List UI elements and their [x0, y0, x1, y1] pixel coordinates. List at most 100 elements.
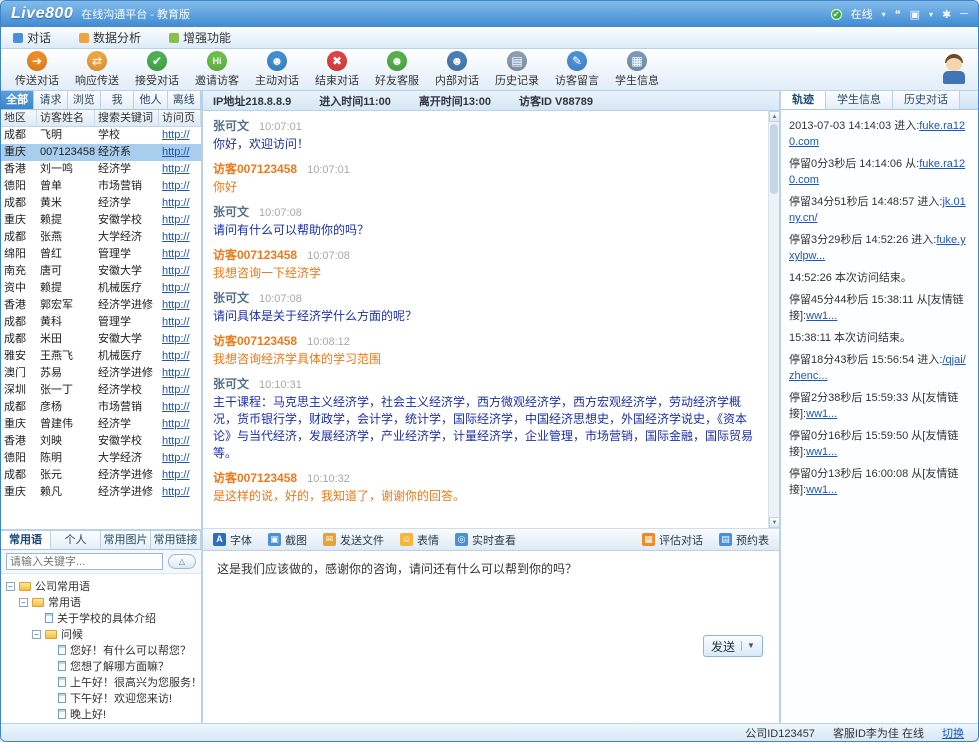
column-header-search-keyword[interactable]: 搜索关键词	[95, 110, 159, 126]
phrase-tree-item[interactable]: 上午好！很高兴为您服务！	[1, 674, 201, 690]
emoticon-button[interactable]: ☺表情	[400, 532, 439, 548]
track-entry-link[interactable]: ww1...	[806, 310, 837, 322]
visitor-row[interactable]: 成都黄科管理学http://	[1, 314, 201, 331]
live-view-button[interactable]: ◎实时查看	[455, 532, 516, 548]
visited-page-link[interactable]: http://	[159, 263, 201, 280]
visitor-row[interactable]: 成都彦杨市场营销http://	[1, 399, 201, 416]
visited-page-link[interactable]: http://	[159, 348, 201, 365]
visitor-row[interactable]: 重庆赖凡经济学进修http://	[1, 484, 201, 501]
visitor-message-button[interactable]: ✎访客留言	[547, 51, 607, 88]
visitor-tab-browsing[interactable]: 浏览	[68, 91, 101, 109]
visitor-row[interactable]: 成都张元经济学进修http://	[1, 467, 201, 484]
visited-page-link[interactable]: http://	[159, 178, 201, 195]
history-button[interactable]: ▤历史记录	[487, 51, 547, 88]
column-header-visited-page[interactable]: 访问页	[159, 110, 201, 126]
phrase-tree-item[interactable]: 您想了解哪方面嘛？	[1, 658, 201, 674]
visited-page-link[interactable]: http://	[159, 314, 201, 331]
tab-track[interactable]: 轨迹	[781, 91, 826, 109]
screenshot-button[interactable]: ▣截图	[268, 532, 307, 548]
invite-visitor-button[interactable]: Hi邀请访客	[187, 51, 247, 88]
phrase-tree-item[interactable]: −公司常用语	[1, 578, 201, 594]
visitor-row[interactable]: 德阳陈明大学经济http://	[1, 450, 201, 467]
visitor-row[interactable]: 重庆007123458经济系http://	[1, 144, 201, 161]
collapse-button[interactable]: △	[168, 554, 196, 569]
visited-page-link[interactable]: http://	[159, 212, 201, 229]
visited-page-link[interactable]: http://	[159, 467, 201, 484]
visited-page-link[interactable]: http://	[159, 365, 201, 382]
visited-page-link[interactable]: http://	[159, 450, 201, 467]
tree-expander-icon[interactable]: −	[6, 582, 15, 591]
phrase-search-input[interactable]	[6, 553, 163, 570]
student-info-button[interactable]: ▦学生信息	[607, 51, 667, 88]
visitor-row[interactable]: 香港郭宏军经济学进修http://	[1, 297, 201, 314]
settings-gear-icon[interactable]: ✱	[942, 8, 951, 21]
scrollbar-thumb[interactable]	[770, 124, 778, 194]
phrase-tree-item[interactable]: −问候	[1, 626, 201, 642]
column-header-visitor-name[interactable]: 访客姓名	[37, 110, 95, 126]
tree-expander-icon[interactable]: −	[19, 598, 28, 607]
scroll-down-icon[interactable]: ▼	[769, 517, 779, 528]
phrase-tab-links[interactable]: 常用链接	[151, 531, 201, 549]
tab-history-chat[interactable]: 历史对话	[893, 91, 960, 109]
transfer-chat-button[interactable]: ➜传送对话	[7, 51, 67, 88]
visitor-tab-requests[interactable]: 请求	[34, 91, 67, 109]
send-button[interactable]: 发送 ▼	[703, 635, 763, 657]
visitor-row[interactable]: 香港刘映安徽学校http://	[1, 433, 201, 450]
panel-layout-icon[interactable]: ▣	[910, 8, 920, 21]
visited-page-link[interactable]: http://	[159, 331, 201, 348]
track-entry-link[interactable]: ww1...	[806, 484, 837, 496]
phrase-tree-item[interactable]: 关于学校的具体介绍	[1, 610, 201, 626]
phrase-tab-personal[interactable]: 个人	[51, 531, 101, 549]
switch-status-link[interactable]: 切换	[942, 725, 964, 741]
visitor-tab-mine[interactable]: 我	[101, 91, 134, 109]
send-file-button[interactable]: ✉发送文件	[323, 532, 384, 548]
internal-chat-button[interactable]: ☻内部对话	[427, 51, 487, 88]
visitor-row[interactable]: 南充唐可安徽大学http://	[1, 263, 201, 280]
visitor-row[interactable]: 德阳曾单市场营销http://	[1, 178, 201, 195]
visited-page-link[interactable]: http://	[159, 144, 201, 161]
visitor-row[interactable]: 成都黄米经济学http://	[1, 195, 201, 212]
visitor-tab-offline[interactable]: 离线	[168, 91, 201, 109]
visited-page-link[interactable]: http://	[159, 161, 201, 178]
chat-bubble-icon[interactable]: ❝	[895, 8, 901, 21]
visitor-row[interactable]: 澳门苏易经济学进修http://	[1, 365, 201, 382]
visitor-row[interactable]: 重庆曾建伟经济学http://	[1, 416, 201, 433]
visited-page-link[interactable]: http://	[159, 246, 201, 263]
accept-chat-button[interactable]: ✔接受对话	[127, 51, 187, 88]
rate-chat-button[interactable]: ▦评估对话	[642, 532, 703, 548]
more-dropdown-icon[interactable]: ▾	[929, 10, 933, 19]
phrase-tab-common[interactable]: 常用语	[1, 531, 51, 549]
phrase-tab-images[interactable]: 常用图片	[101, 531, 151, 549]
tree-expander-icon[interactable]: −	[32, 630, 41, 639]
menu-item-data-analysis[interactable]: 数据分析	[79, 29, 141, 46]
agent-avatar[interactable]	[940, 54, 968, 86]
visited-page-link[interactable]: http://	[159, 280, 201, 297]
reply-input[interactable]: 这是我们应该做的，感谢你的咨询，请问还有什么可以帮到你的吗？	[217, 561, 765, 621]
visitor-row[interactable]: 绵阳曾红管理学http://	[1, 246, 201, 263]
phrase-tree-item[interactable]: 您好！有什么可以帮您？	[1, 642, 201, 658]
visitor-row[interactable]: 成都飞明学校http://	[1, 127, 201, 144]
visitor-row[interactable]: 资中赖提机械医疗http://	[1, 280, 201, 297]
visitor-row[interactable]: 成都米田安徽大学http://	[1, 331, 201, 348]
tab-student-info[interactable]: 学生信息	[826, 91, 893, 109]
track-entry-link[interactable]: ww1...	[806, 408, 837, 420]
visited-page-link[interactable]: http://	[159, 433, 201, 450]
visitor-row[interactable]: 香港刘一鸣经济学http://	[1, 161, 201, 178]
visitor-row[interactable]: 重庆赖提安徽学校http://	[1, 212, 201, 229]
visited-page-link[interactable]: http://	[159, 416, 201, 433]
friend-agent-button[interactable]: ☻好友客服	[367, 51, 427, 88]
minimize-icon[interactable]: ─	[960, 8, 968, 20]
end-chat-button[interactable]: ✖结束对话	[307, 51, 367, 88]
visited-page-link[interactable]: http://	[159, 127, 201, 144]
visitor-row[interactable]: 深圳张一丁经济学校http://	[1, 382, 201, 399]
column-header-region[interactable]: 地区	[1, 110, 37, 126]
phrase-tree-item[interactable]: 下午好！欢迎您来访!	[1, 690, 201, 706]
send-options-caret-icon[interactable]: ▼	[741, 641, 755, 651]
visitor-row[interactable]: 成都张燕大学经济http://	[1, 229, 201, 246]
appointment-form-button[interactable]: ▤预约表	[719, 532, 769, 548]
phrase-tree-item[interactable]: −常用语	[1, 594, 201, 610]
visited-page-link[interactable]: http://	[159, 382, 201, 399]
scroll-up-icon[interactable]: ▲	[769, 111, 779, 122]
visited-page-link[interactable]: http://	[159, 484, 201, 501]
visited-page-link[interactable]: http://	[159, 195, 201, 212]
